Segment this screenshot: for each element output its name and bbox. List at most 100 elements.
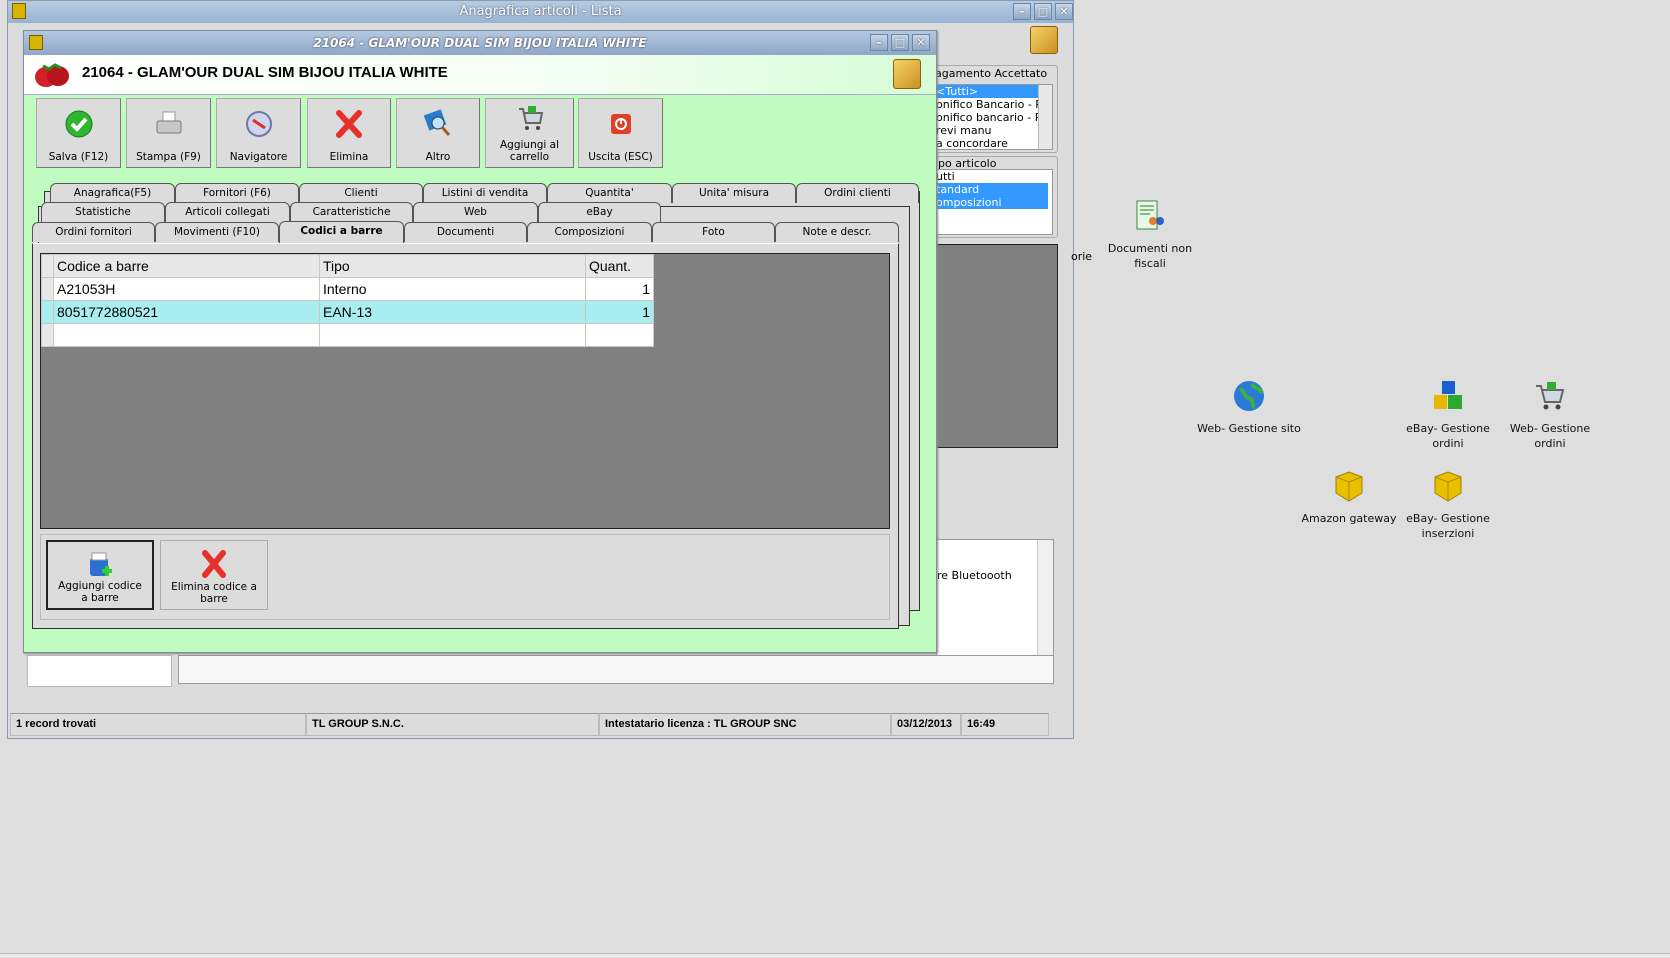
dialog-title: 21064 - GLAM'OUR DUAL SIM BIJOU ITALIA W…: [313, 36, 647, 50]
article-dialog: 21064 - GLAM'OUR DUAL SIM BIJOU ITALIA W…: [23, 30, 937, 653]
type-cell[interactable]: EAN-13: [319, 300, 586, 324]
row-header[interactable]: [41, 277, 54, 301]
add-barcode-label: Aggiungi codice a barre: [58, 580, 142, 604]
main-title-bar: Anagrafica articoli - Lista – □ ✕: [8, 1, 1073, 23]
qty-cell[interactable]: 1: [585, 277, 654, 301]
tab-composizioni[interactable]: Composizioni: [527, 222, 652, 242]
tab-web[interactable]: Web: [413, 202, 538, 222]
tab-panel-codici-a-barre: Codice a barre Tipo Quant. A21053H Inter…: [32, 243, 899, 629]
payment-filter-group: agamento Accettato <Tutti> onifico Banca…: [934, 65, 1058, 153]
column-header-code[interactable]: Codice a barre: [53, 254, 320, 278]
status-date: 03/12/2013: [891, 713, 961, 736]
table-row[interactable]: A21053H Interno 1: [41, 277, 654, 301]
add-barcode-button[interactable]: Aggiungi codice a barre: [46, 540, 154, 610]
dialog-close-button[interactable]: ✕: [912, 34, 930, 51]
navigator-button[interactable]: Navigatore: [216, 98, 301, 168]
tab-foto[interactable]: Foto: [652, 222, 775, 242]
printer-icon: [156, 111, 181, 134]
barcode-cell[interactable]: A21053H: [53, 277, 320, 301]
cart-icon: [518, 106, 543, 130]
list-item[interactable]: a concordare: [936, 137, 1052, 149]
taskbar-edge: [0, 953, 1670, 958]
dialog-maximize-button[interactable]: □: [891, 34, 909, 51]
minimize-button[interactable]: –: [1013, 3, 1031, 20]
qty-cell[interactable]: 1: [585, 300, 654, 324]
desktop-icon-label: Documenti non fiscali: [1107, 242, 1193, 270]
tab-ordini-fornitori[interactable]: Ordini fornitori: [32, 222, 155, 242]
add-barcode-icon: [90, 552, 112, 576]
payment-filter-label: agamento Accettato: [935, 67, 1048, 80]
partial-desktop-label: orie: [1071, 250, 1093, 263]
list-item[interactable]: tandard: [936, 183, 1048, 196]
qty-cell[interactable]: [585, 323, 654, 347]
compass-icon: [245, 111, 272, 137]
tab-ebay[interactable]: eBay: [538, 202, 661, 222]
tab-unita-misura[interactable]: Unita' misura: [672, 183, 796, 203]
tab-statistiche[interactable]: Statistiche: [41, 202, 165, 222]
cube-icon: [1434, 471, 1462, 502]
save-button[interactable]: Salva (F12): [36, 98, 121, 168]
type-list[interactable]: utti tandard omposizioni: [935, 169, 1053, 235]
list-item[interactable]: utti: [936, 170, 1052, 183]
status-license: Intestatario licenza : TL GROUP SNC: [599, 713, 891, 736]
tab-note[interactable]: Note e descr.: [775, 222, 899, 242]
row-header[interactable]: [41, 300, 54, 324]
tab-listini[interactable]: Listini di vendita: [423, 183, 547, 203]
desktop-icon-label: Amazon gateway: [1301, 512, 1397, 525]
tab-caratteristiche[interactable]: Caratteristiche: [290, 202, 413, 222]
table-row-new[interactable]: [41, 323, 654, 347]
type-cell[interactable]: [319, 323, 586, 347]
desktop-icon-amazon[interactable]: Amazon gateway: [1294, 469, 1404, 526]
tab-anagrafica[interactable]: Anagrafica(F5): [50, 183, 175, 203]
delete-label: Elimina: [329, 151, 369, 163]
search-field[interactable]: [27, 655, 172, 687]
column-header-qty[interactable]: Quant.: [585, 254, 654, 278]
cube-icon: [1335, 471, 1363, 502]
delete-button[interactable]: Elimina: [307, 98, 391, 168]
desktop-icon-ebay-inserzioni[interactable]: eBay- Gestione inserzioni: [1393, 469, 1503, 541]
list-item[interactable]: <Tutti>: [936, 85, 1052, 98]
close-button[interactable]: ✕: [1055, 3, 1073, 20]
other-label: Altro: [425, 151, 451, 163]
list-item[interactable]: onifico Bancario - Pa: [936, 98, 1052, 111]
list-item[interactable]: revi manu: [936, 124, 1052, 137]
tab-documenti[interactable]: Documenti: [404, 222, 527, 242]
exit-button[interactable]: Uscita (ESC): [578, 98, 663, 168]
barcode-cell[interactable]: [53, 323, 320, 347]
tab-fornitori[interactable]: Fornitori (F6): [175, 183, 299, 203]
maximize-button[interactable]: □: [1034, 3, 1052, 20]
add-to-cart-button[interactable]: Aggiungi al carrello: [485, 98, 574, 168]
payment-list[interactable]: <Tutti> onifico Bancario - Pa onifico ba…: [935, 84, 1053, 150]
cube-icon: [893, 59, 921, 89]
list-item[interactable]: onifico bancario - Pa: [936, 111, 1052, 124]
globe-icon: [1234, 381, 1264, 411]
tab-clienti[interactable]: Clienti: [299, 183, 423, 203]
navigator-label: Navigatore: [229, 151, 288, 163]
tab-articoli-collegati[interactable]: Articoli collegati: [165, 202, 290, 222]
print-button[interactable]: Stampa (F9): [126, 98, 211, 168]
status-records: 1 record trovati: [10, 713, 306, 736]
column-header-type[interactable]: Tipo: [319, 254, 586, 278]
article-heading: 21064 - GLAM'OUR DUAL SIM BIJOU ITALIA W…: [82, 64, 448, 81]
delete-x-icon: [336, 110, 362, 138]
main-window-title: Anagrafica articoli - Lista: [459, 4, 622, 19]
type-cell[interactable]: Interno: [319, 277, 586, 301]
dialog-minimize-button[interactable]: –: [870, 34, 888, 51]
tab-movimenti[interactable]: Movimenti (F10): [155, 222, 279, 242]
desktop-icon-web-sito[interactable]: Web- Gestione sito: [1194, 379, 1304, 436]
scrollbar[interactable]: [1038, 85, 1052, 149]
delete-barcode-button[interactable]: Elimina codice a barre: [160, 540, 268, 610]
row-header[interactable]: [41, 323, 54, 347]
table-row[interactable]: 8051772880521 EAN-13 1: [41, 300, 654, 324]
type-filter-group: ipo articolo utti tandard omposizioni: [934, 156, 1058, 238]
tab-quantita[interactable]: Quantita': [547, 183, 672, 203]
desktop-icon-web-ordini[interactable]: Web- Gestione ordini: [1495, 379, 1605, 451]
list-item[interactable]: omposizioni: [936, 196, 1048, 209]
barcode-cell[interactable]: 8051772880521: [53, 300, 320, 324]
tab-codici-a-barre[interactable]: Codici a barre: [279, 221, 404, 243]
desktop-icon-ebay-ordini[interactable]: eBay- Gestione ordini: [1393, 379, 1503, 451]
other-button[interactable]: Altro: [396, 98, 480, 168]
tab-ordini-clienti[interactable]: Ordini clienti: [796, 183, 919, 203]
desktop-icon-documenti[interactable]: Documenti non fiscali: [1095, 199, 1205, 271]
description-field[interactable]: [178, 655, 1054, 684]
